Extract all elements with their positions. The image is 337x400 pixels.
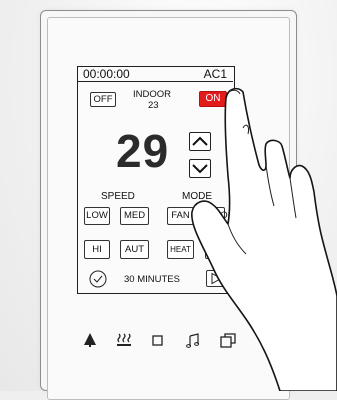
setpoint-temperature: 29 (116, 125, 170, 177)
heater-icon[interactable] (116, 333, 132, 347)
speed-auto-button[interactable]: AUT (120, 240, 149, 259)
mode-label: MODE (182, 191, 212, 202)
square-icon[interactable] (152, 335, 164, 347)
window-icon[interactable] (220, 333, 236, 348)
timer-duration: 30 MINUTES (124, 274, 180, 285)
unit-name: AC1 (203, 67, 227, 81)
speed-med-button[interactable]: MED (120, 207, 149, 225)
on-button[interactable]: ON (199, 91, 227, 107)
mode-cool-button[interactable]: COOL (205, 207, 233, 225)
mode-auto-button[interactable]: AUTO (205, 240, 232, 259)
indoor-label: INDOOR (133, 89, 171, 100)
music-note-icon[interactable] (186, 333, 200, 348)
speed-label: SPEED (101, 191, 135, 202)
chevron-up-icon (192, 136, 208, 146)
off-button[interactable]: OFF (90, 92, 116, 107)
timer-readout: 00:00:00 (83, 67, 130, 81)
fan-icon[interactable] (82, 333, 98, 347)
speed-hi-button[interactable]: HI (84, 240, 110, 259)
status-bar: 00:00:00 AC1 (78, 67, 233, 82)
touch-screen: 00:00:00 AC1 OFF INDOOR 23 ON 29 SPEED M… (77, 66, 235, 294)
temp-up-button[interactable] (189, 132, 211, 151)
indoor-temperature: 23 (148, 100, 159, 111)
mode-fan-button[interactable]: FAN (167, 207, 194, 225)
bottom-icon-row (82, 333, 242, 349)
chevron-down-icon (192, 164, 208, 174)
clock-icon[interactable] (89, 270, 107, 288)
temp-down-button[interactable] (189, 159, 211, 178)
play-icon (211, 272, 223, 285)
mode-heat-button[interactable]: HEAT (167, 240, 194, 259)
timer-next-button[interactable] (206, 270, 226, 287)
speed-low-button[interactable]: LOW (84, 207, 110, 225)
